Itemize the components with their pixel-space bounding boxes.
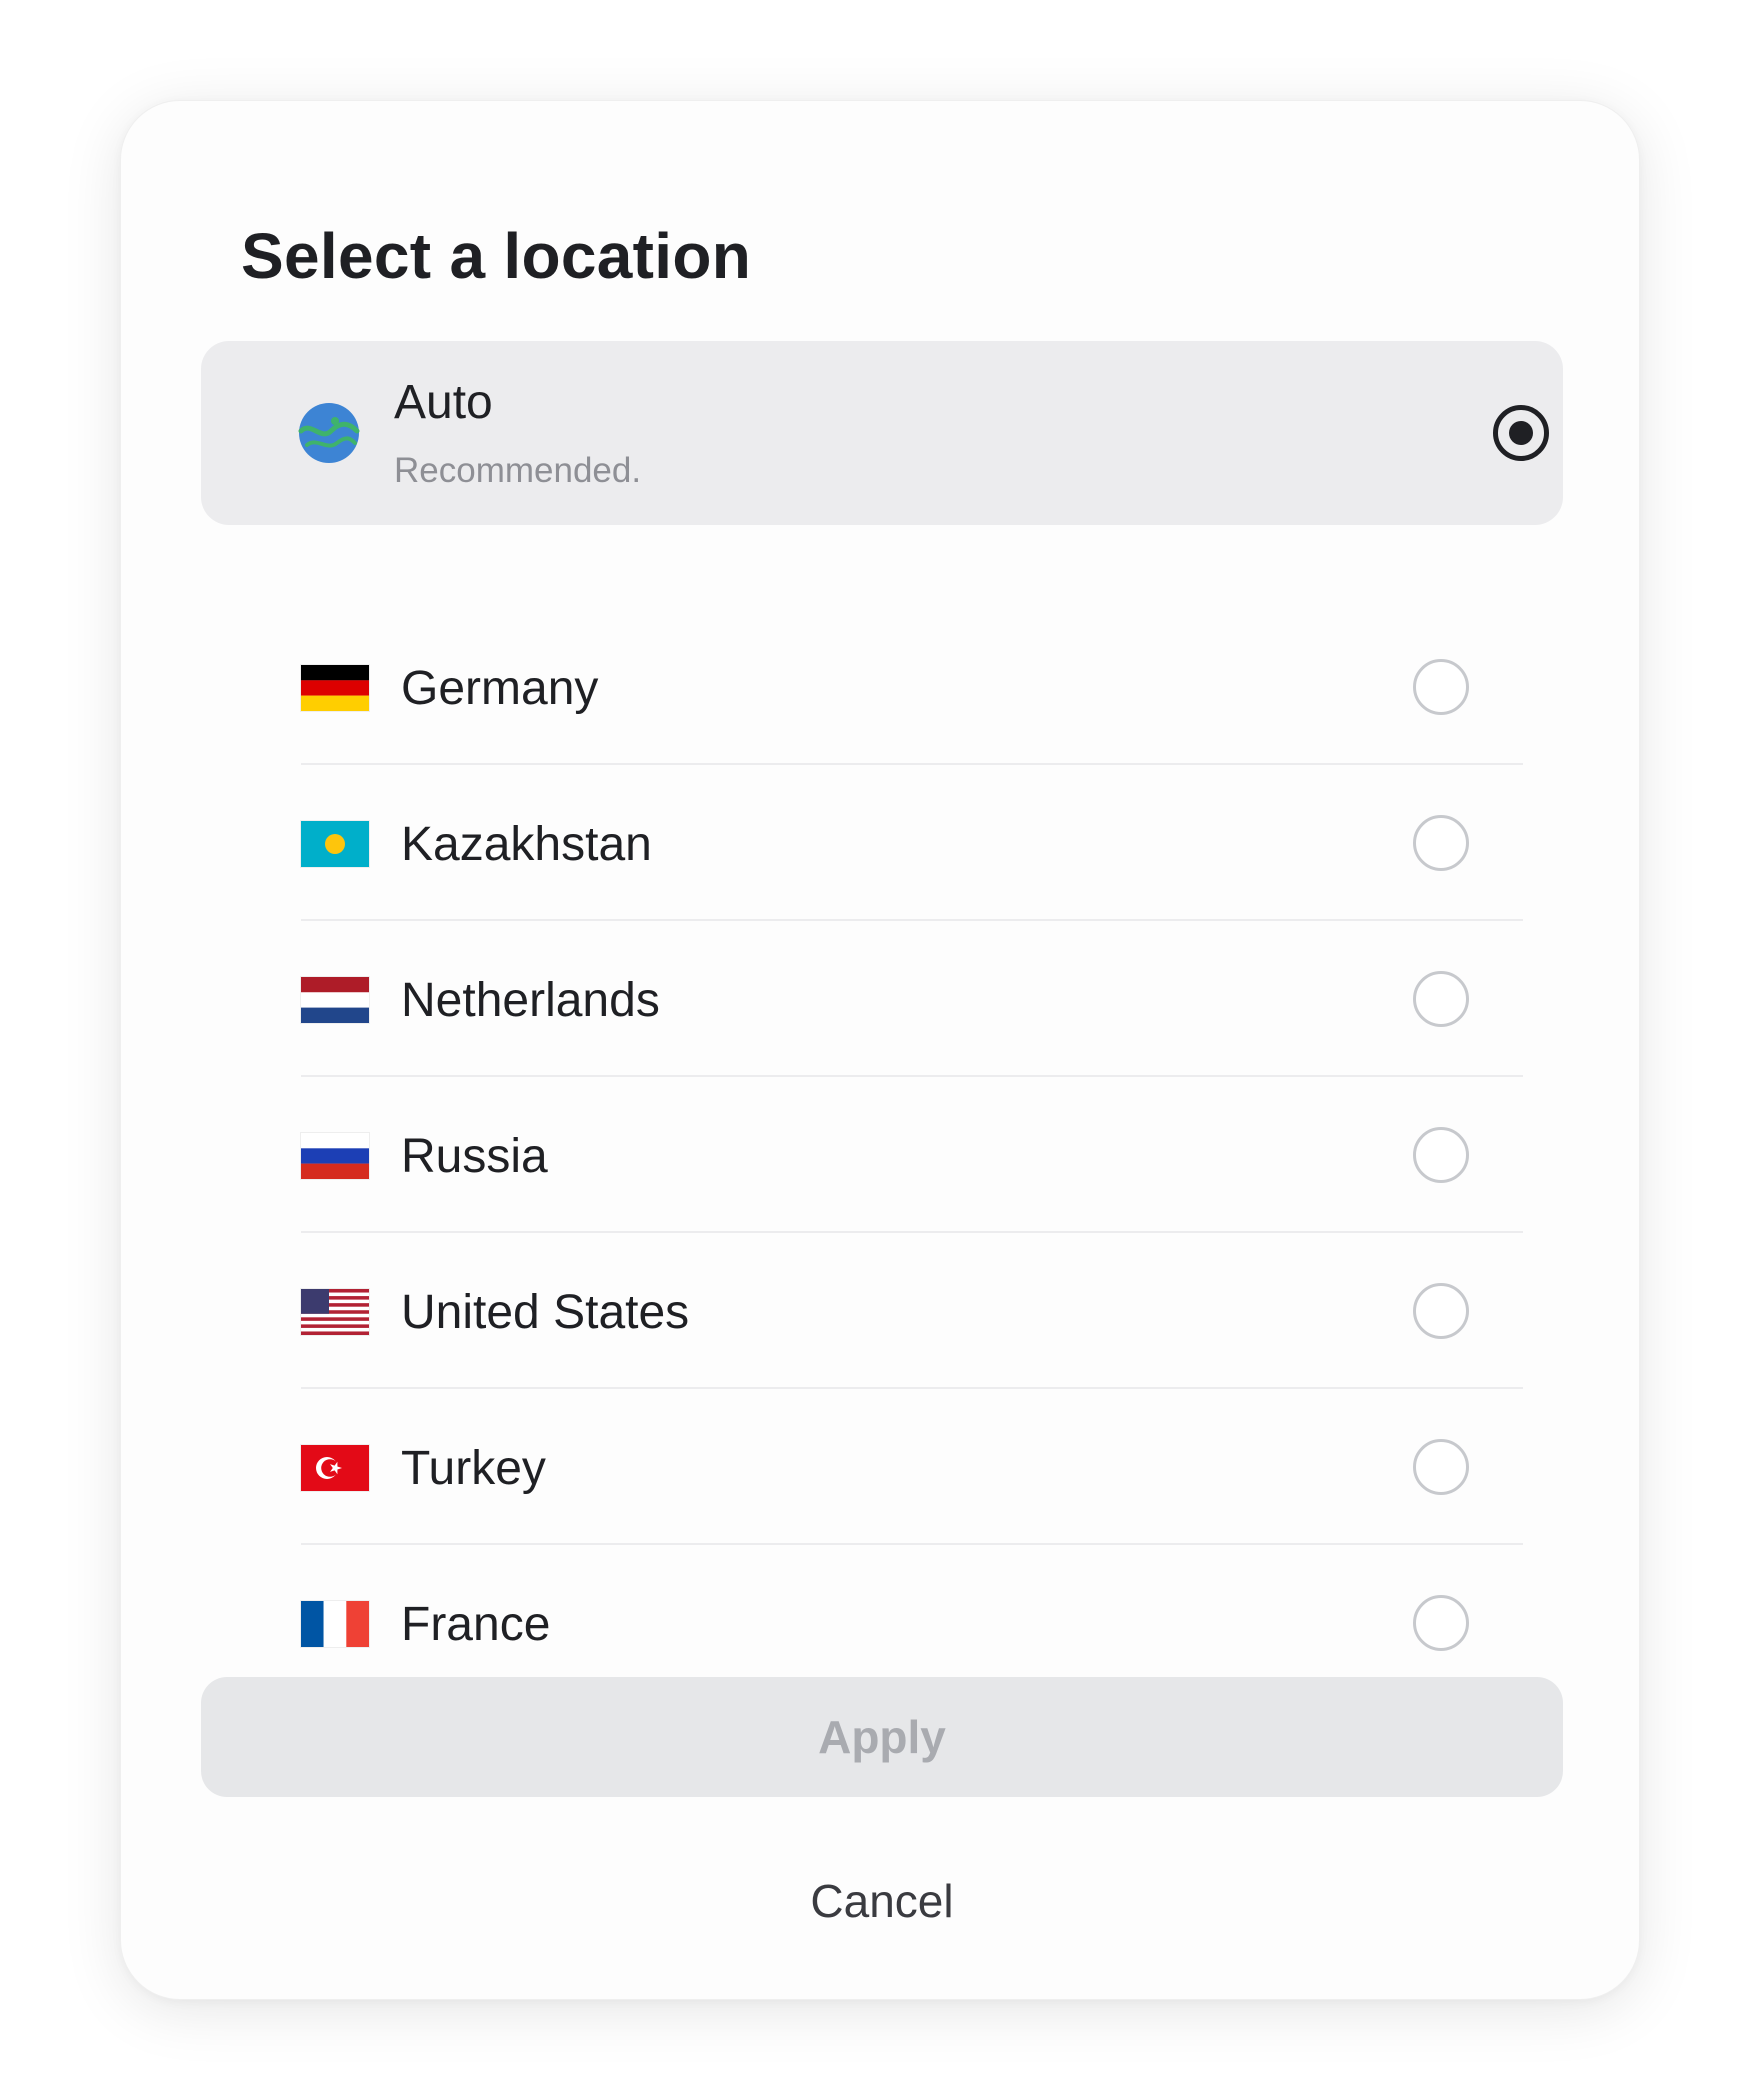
radio-france[interactable] (1413, 1595, 1469, 1651)
location-option-germany[interactable]: Germany (301, 609, 1523, 765)
location-label: Kazakhstan (401, 818, 652, 871)
location-label: United States (401, 1286, 690, 1339)
apply-button[interactable]: Apply (201, 1677, 1563, 1797)
auto-sublabel: Recommended. (394, 451, 642, 490)
turkey-flag-icon (301, 1445, 369, 1491)
radio-kazakhstan[interactable] (1413, 815, 1469, 871)
radio-netherlands[interactable] (1413, 971, 1469, 1027)
france-flag-icon (301, 1601, 369, 1647)
cancel-button[interactable]: Cancel (201, 1861, 1563, 1941)
kazakhstan-flag-icon (301, 821, 369, 867)
location-label: France (401, 1598, 551, 1651)
radio-russia[interactable] (1413, 1127, 1469, 1183)
location-label: Germany (401, 662, 599, 715)
globe-icon (298, 403, 360, 463)
location-option-kazakhstan[interactable]: Kazakhstan (301, 765, 1523, 921)
netherlands-flag-icon (301, 977, 369, 1023)
location-label: Netherlands (401, 974, 660, 1027)
location-option-turkey[interactable]: Turkey (301, 1389, 1523, 1545)
location-label: Russia (401, 1130, 548, 1183)
radio-germany[interactable] (1413, 659, 1469, 715)
radio-turkey[interactable] (1413, 1439, 1469, 1495)
dialog-title: Select a location (241, 220, 752, 292)
auto-label: Auto (394, 376, 493, 429)
russia-flag-icon (301, 1133, 369, 1179)
location-dialog: Select a location Auto Recommended. Germ… (120, 100, 1640, 2000)
radio-united-states[interactable] (1413, 1283, 1469, 1339)
united-states-flag-icon (301, 1289, 369, 1335)
location-label: Turkey (401, 1442, 546, 1495)
location-option-auto[interactable]: Auto Recommended. (201, 341, 1563, 525)
location-list: Germany Kazakhstan Netherlands Russia Un… (301, 609, 1523, 1701)
radio-auto[interactable] (1493, 405, 1549, 461)
location-option-russia[interactable]: Russia (301, 1077, 1523, 1233)
germany-flag-icon (301, 665, 369, 711)
location-option-netherlands[interactable]: Netherlands (301, 921, 1523, 1077)
location-option-united-states[interactable]: United States (301, 1233, 1523, 1389)
